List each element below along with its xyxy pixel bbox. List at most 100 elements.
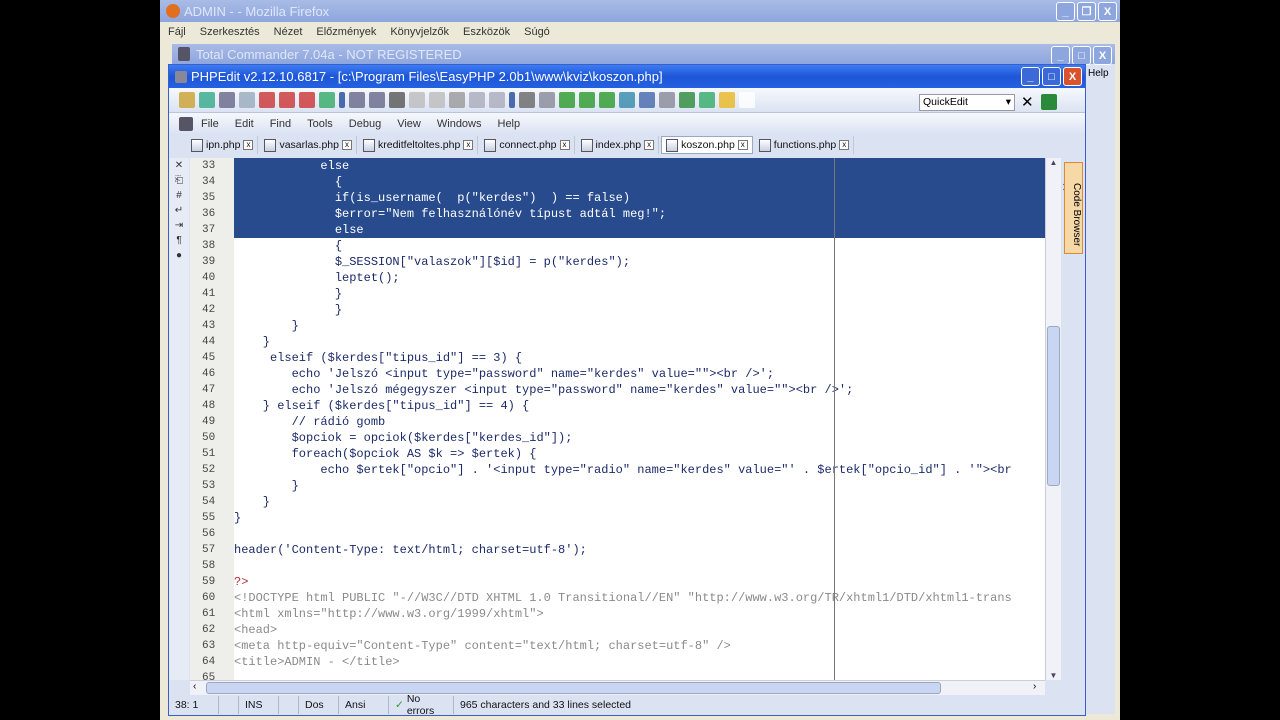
toolbar-button-icon[interactable] [699,92,715,108]
toolbar-button-icon[interactable] [519,92,535,108]
code-line: 47 echo 'Jelszó mégegyszer <input type="… [190,382,1045,398]
phpedit-titlebar: PHPEdit v2.12.10.6817 - [c:\Program File… [169,65,1085,88]
close-tab-icon[interactable]: x [737,140,748,150]
close-button[interactable]: X [1063,67,1082,86]
close-tab-icon[interactable]: x [559,140,570,150]
minimize-button[interactable]: _ [1021,67,1040,86]
code-line: 44 } [190,334,1045,350]
menu-item-file[interactable]: File [201,118,219,130]
wrap-icon[interactable]: ↵ [175,205,183,216]
scrollbar-thumb[interactable] [206,682,941,694]
toolbar-button-icon[interactable] [469,92,485,108]
toolbar-button-icon[interactable] [409,92,425,108]
tab-functions[interactable]: functions.php x [755,136,855,154]
menu-item[interactable]: Eszközök [463,26,510,38]
tab-index[interactable]: index.php x [577,136,660,154]
close-icon[interactable]: ✕ [1021,93,1034,111]
menu-item-tools[interactable]: Tools [307,118,333,130]
toolbar-button-icon[interactable] [719,92,735,108]
code-browser-tab[interactable]: Code Browser [1064,162,1083,254]
menu-item-find[interactable]: Find [270,118,291,130]
scroll-down-icon[interactable]: ▼ [1046,671,1061,680]
close-tab-icon[interactable]: x [839,140,850,150]
scrollbar-thumb[interactable] [1047,326,1060,486]
toolbar-button-icon[interactable] [179,92,195,108]
close-tab-icon[interactable]: x [342,140,352,150]
toolbar-button-icon[interactable] [429,92,445,108]
tab-ipn[interactable]: ipn.php x [187,136,259,154]
close-tab-icon[interactable]: x [463,140,474,150]
minimize-button[interactable]: _ [1056,2,1075,21]
toolbar-button-icon[interactable] [559,92,575,108]
toolbar-button-icon[interactable] [739,92,755,108]
maximize-button[interactable]: □ [1042,67,1061,86]
toolbar-button-icon[interactable] [369,92,385,108]
line-text: } [234,511,242,525]
line-text: foreach($opciok AS $k => $ertek) { [234,447,537,461]
minimize-button[interactable]: _ [1051,46,1070,65]
toolbar-button-icon[interactable] [279,92,295,108]
toolbar-button-icon[interactable] [259,92,275,108]
toolbar-separator[interactable] [339,92,345,108]
close-icon[interactable]: ✕ [175,160,183,171]
bookmark-icon[interactable]: ⎗ [175,175,183,186]
code-line: 36 $error="Nem felhasználónév típust adt… [190,206,1045,222]
toolbar-button-icon[interactable] [239,92,255,108]
menu-item[interactable]: Fájl [168,26,186,38]
toolbar-button-icon[interactable] [539,92,555,108]
tab-koszon[interactable]: koszon.php x [661,136,753,154]
menu-item-debug[interactable]: Debug [349,118,381,130]
code-editor[interactable]: 33 else 34 {35 if(is_username( p("kerdes"… [190,158,1045,680]
pilcrow-icon[interactable]: ¶ [176,235,181,246]
hash-icon[interactable]: # [176,190,182,201]
menu-item-windows[interactable]: Windows [437,118,482,130]
toolbar-button-icon[interactable] [199,92,215,108]
menu-item-edit[interactable]: Edit [235,118,254,130]
scroll-right-icon[interactable]: › [1033,681,1036,692]
tab-vasarlas[interactable]: vasarlas.php x [260,136,357,154]
menu-item[interactable]: Súgó [524,26,550,38]
horizontal-scrollbar[interactable]: ‹ › [190,680,1045,695]
tab-kreditfeltoltes[interactable]: kreditfeltoltes.php x [359,136,479,154]
menu-item-help[interactable]: Help [498,118,521,130]
toolbar-button-icon[interactable] [679,92,695,108]
toolbar-button-icon[interactable] [659,92,675,108]
maximize-button[interactable]: □ [1072,46,1091,65]
indent-icon[interactable]: ⇥ [175,220,183,231]
menu-item[interactable]: Nézet [274,26,303,38]
menu-item[interactable]: Előzmények [316,26,376,38]
save-icon[interactable] [1041,94,1057,110]
toolbar-button-icon[interactable] [219,92,235,108]
help-menu[interactable]: Help [1088,68,1109,79]
lock-icon[interactable]: ● [176,250,182,261]
close-tab-icon[interactable]: x [644,140,655,150]
line-text: else [234,222,1045,238]
toolbar-separator[interactable] [509,92,515,108]
close-tab-icon[interactable]: x [243,140,254,150]
tab-label: connect.php [499,139,557,151]
toolbar-button-icon[interactable] [389,92,405,108]
scroll-left-icon[interactable]: ‹ [193,681,196,692]
menu-item-view[interactable]: View [397,118,421,130]
restore-button[interactable]: ❐ [1077,2,1096,21]
toolbar-button-icon[interactable] [619,92,635,108]
toolbar-button-icon[interactable] [599,92,615,108]
scroll-up-icon[interactable]: ▲ [1046,158,1061,173]
menu-item[interactable]: Szerkesztés [200,26,260,38]
check-icon: ✓ [395,699,404,711]
toolbar-button-icon[interactable] [579,92,595,108]
toolbar-button-icon[interactable] [299,92,315,108]
close-button[interactable]: X [1093,46,1112,65]
toolbar-button-icon[interactable] [319,92,335,108]
menu-item[interactable]: Könyvjelzők [390,26,449,38]
quickedit-dropdown[interactable]: QuickEdit ▾ [919,94,1015,111]
tab-connect[interactable]: connect.php x [480,136,575,154]
close-button[interactable]: X [1098,2,1117,21]
vertical-scrollbar[interactable]: ▲ ▼ [1045,158,1061,680]
toolbar-button-icon[interactable] [489,92,505,108]
toolbar-button-icon[interactable] [449,92,465,108]
line-number: 55 [190,510,234,526]
line-text: // rádió gomb [234,415,386,429]
toolbar-button-icon[interactable] [639,92,655,108]
toolbar-button-icon[interactable] [349,92,365,108]
